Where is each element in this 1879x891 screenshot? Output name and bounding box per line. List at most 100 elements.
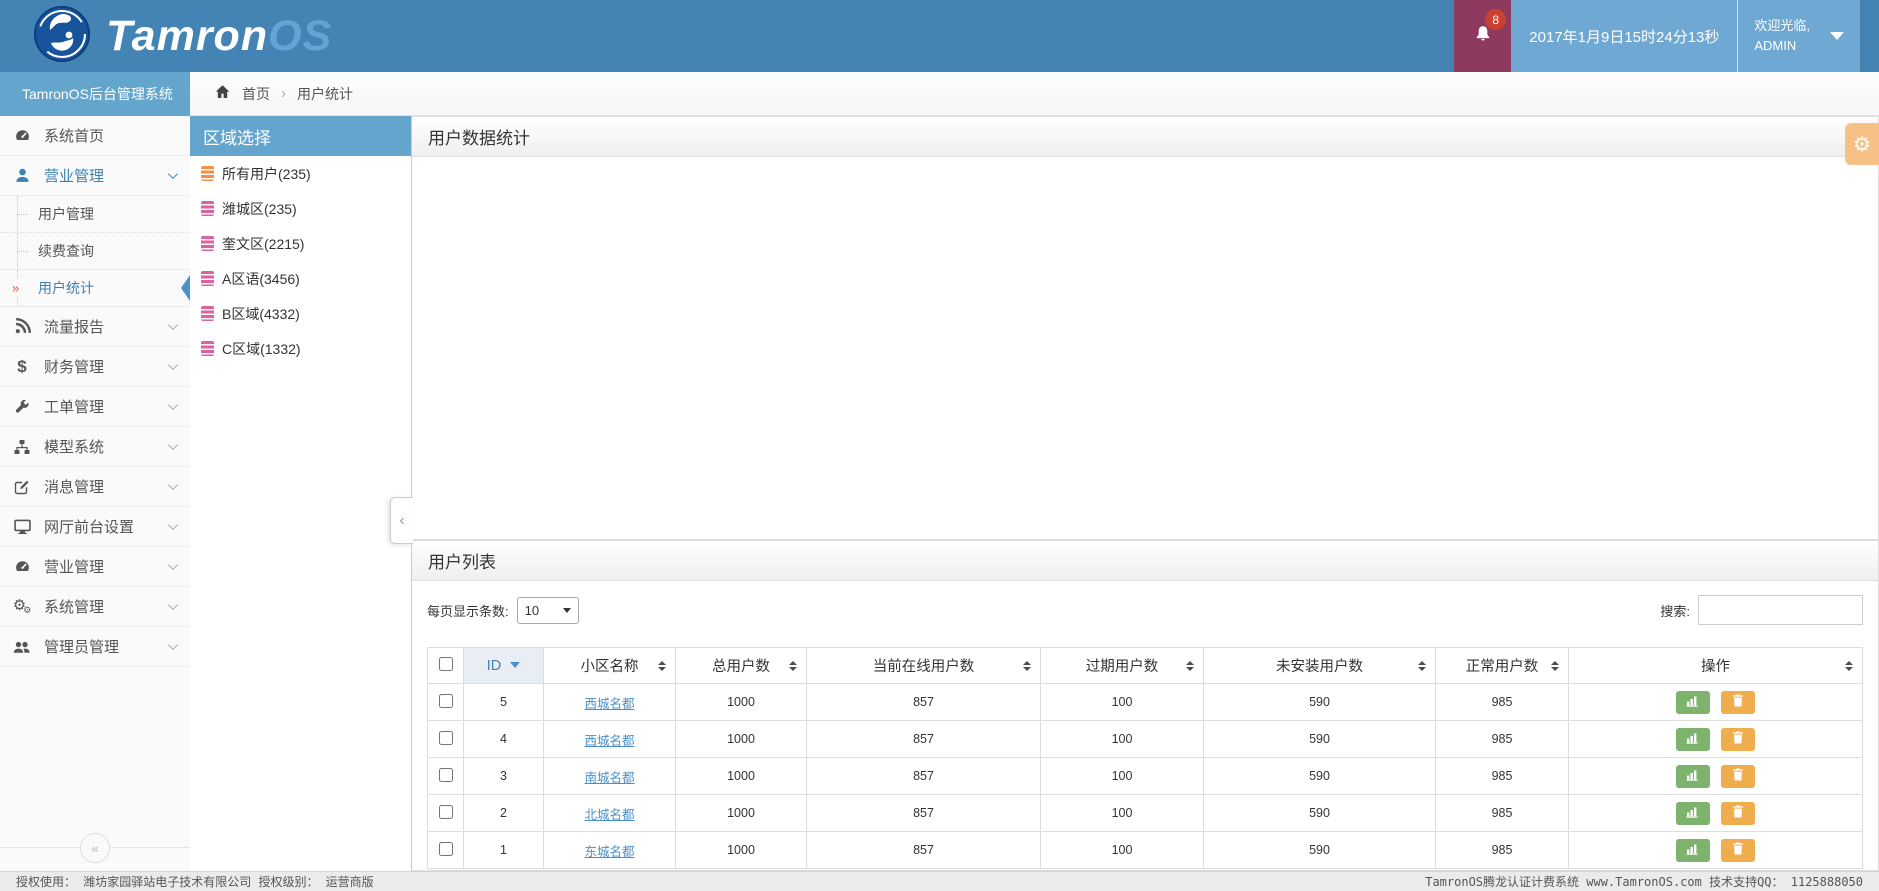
community-link[interactable]: 南城名都 (584, 771, 634, 785)
bar-chart-icon (1685, 695, 1700, 710)
chart-button[interactable] (1675, 727, 1710, 751)
breadcrumb-home-link[interactable]: 首页 (242, 84, 270, 104)
sidebar: TamronOS后台管理系统 系统首页 营业管理 用户管理 续费查询 » 用户统… (0, 72, 190, 871)
region-item-c[interactable]: C区域(1332) (190, 331, 411, 366)
cell-uninstalled: 590 (1203, 831, 1436, 869)
chart-button[interactable] (1675, 838, 1710, 862)
row-checkbox[interactable] (438, 693, 453, 708)
community-link[interactable]: 西城名都 (584, 697, 634, 711)
globe-logo-icon (33, 5, 91, 68)
user-icon (0, 167, 44, 184)
region-collapse-toggle[interactable]: ‹ (390, 497, 413, 544)
cell-id: 3 (463, 757, 544, 795)
logo: TamronOS (0, 5, 332, 68)
select-all-checkbox[interactable] (438, 656, 453, 671)
sidebar-item-home[interactable]: 系统首页 (0, 116, 190, 156)
sidebar-item-business-2[interactable]: 营业管理 (0, 547, 190, 587)
search-input[interactable] (1698, 595, 1863, 625)
community-link[interactable]: 东城名都 (584, 845, 634, 859)
chevron-down-icon (167, 400, 178, 411)
region-item-weicheng[interactable]: 潍城区(235) (190, 191, 411, 226)
per-page-select[interactable]: 10 (516, 596, 579, 624)
cell-uninstalled: 590 (1203, 794, 1436, 832)
row-checkbox[interactable] (438, 767, 453, 782)
sort-icon (1418, 660, 1426, 671)
sidebar-item-front-desk-settings[interactable]: 网厅前台设置 (0, 507, 190, 547)
column-header-id[interactable]: ID (463, 647, 544, 684)
cell-normal: 985 (1435, 831, 1569, 869)
sort-icon (1186, 660, 1194, 671)
sidebar-item-business[interactable]: 营业管理 (0, 156, 190, 196)
cell-id: 2 (463, 794, 544, 832)
sidebar-item-finance[interactable]: $ 财务管理 (0, 347, 190, 387)
user-stats-chart-area (412, 157, 1878, 539)
settings-gear-button[interactable]: ⚙ (1845, 123, 1879, 165)
sidebar-subitem-user-stats[interactable]: » 用户统计 (0, 270, 190, 307)
column-header-actions[interactable]: 操作 (1568, 647, 1863, 684)
cell-expired: 100 (1040, 831, 1204, 869)
column-header-online[interactable]: 当前在线用户数 (806, 647, 1041, 684)
cell-expired: 100 (1040, 720, 1204, 758)
region-item-b[interactable]: B区域(4332) (190, 296, 411, 331)
sidebar-item-system-management[interactable]: ⚙⚙ 系统管理 (0, 587, 190, 627)
user-menu[interactable]: 欢迎光临, ADMIN (1738, 0, 1860, 72)
sidebar-item-messages[interactable]: 消息管理 (0, 467, 190, 507)
column-header-expired[interactable]: 过期用户数 (1040, 647, 1204, 684)
select-caret-icon (562, 607, 571, 613)
sidebar-subitem-user-management[interactable]: 用户管理 (0, 196, 190, 233)
chart-button[interactable] (1675, 764, 1710, 788)
main-content: 用户数据统计 用户列表 每页显示条数: 10 搜索: ID 小区名称 总用户数 … (412, 116, 1879, 871)
column-header-total[interactable]: 总用户数 (675, 647, 807, 684)
row-checkbox[interactable] (438, 804, 453, 819)
bar-chart-icon (1685, 732, 1700, 747)
sidebar-subitem-renewal-query[interactable]: 续费查询 (0, 233, 190, 270)
sort-icon (658, 660, 666, 671)
delete-button[interactable] (1721, 690, 1756, 714)
column-header-normal[interactable]: 正常用户数 (1435, 647, 1569, 684)
region-item-a[interactable]: A区语(3456) (190, 261, 411, 296)
cell-online: 857 (806, 720, 1041, 758)
region-item-kuiwen[interactable]: 奎文区(2215) (190, 226, 411, 261)
cell-expired: 100 (1040, 683, 1204, 721)
delete-button[interactable] (1721, 801, 1756, 825)
content-row: 区域选择 所有用户(235) 潍城区(235) 奎文区(2215) A区语(34… (190, 116, 1879, 871)
table-row: 2 北城名都 1000 857 100 590 985 (427, 794, 1863, 832)
sidebar-item-work-orders[interactable]: 工单管理 (0, 387, 190, 427)
chart-button[interactable] (1675, 801, 1710, 825)
trash-icon (1732, 768, 1744, 784)
community-link[interactable]: 西城名都 (584, 734, 634, 748)
table-header-row: ID 小区名称 总用户数 当前在线用户数 过期用户数 未安装用户数 正常用户数 … (427, 647, 1863, 684)
notification-bell-button[interactable]: 8 (1454, 0, 1512, 72)
bar-chart-icon (1685, 769, 1700, 784)
chevron-down-icon (167, 169, 178, 180)
community-link[interactable]: 北城名都 (584, 808, 634, 822)
sort-icon (1551, 660, 1559, 671)
delete-button[interactable] (1721, 727, 1756, 751)
sidebar-item-admin-management[interactable]: 管理员管理 (0, 627, 190, 667)
chevron-down-icon (167, 320, 178, 331)
welcome-text: 欢迎光临, ADMIN (1754, 17, 1810, 53)
active-item-triangle (181, 275, 190, 301)
row-checkbox[interactable] (438, 730, 453, 745)
column-header-name[interactable]: 小区名称 (543, 647, 676, 684)
footer: 授权使用： 潍坊家园驿站电子技术有限公司 授权级别： 运营商版 TamronOS… (0, 871, 1879, 891)
monitor-icon (0, 518, 44, 535)
column-header-uninstalled[interactable]: 未安装用户数 (1203, 647, 1436, 684)
chevron-down-icon (167, 440, 178, 451)
cell-online: 857 (806, 757, 1041, 795)
row-checkbox[interactable] (438, 841, 453, 856)
sidebar-item-traffic-report[interactable]: 流量报告 (0, 307, 190, 347)
delete-button[interactable] (1721, 838, 1756, 862)
cell-online: 857 (806, 794, 1041, 832)
sidebar-item-model-system[interactable]: 模型系统 (0, 427, 190, 467)
chevron-down-icon (167, 480, 178, 491)
region-panel-title: 区域选择 (190, 116, 411, 156)
dollar-icon: $ (17, 356, 27, 376)
sidebar-collapse-button[interactable]: « (80, 833, 110, 863)
chart-button[interactable] (1675, 690, 1710, 714)
table-row: 4 西城名都 1000 857 100 590 985 (427, 720, 1863, 758)
cell-id: 1 (463, 831, 544, 869)
user-list-panel: 用户列表 每页显示条数: 10 搜索: ID 小区名称 总用户数 当前在线用户数… (412, 540, 1879, 871)
region-item-all-users[interactable]: 所有用户(235) (190, 156, 411, 191)
delete-button[interactable] (1721, 764, 1756, 788)
